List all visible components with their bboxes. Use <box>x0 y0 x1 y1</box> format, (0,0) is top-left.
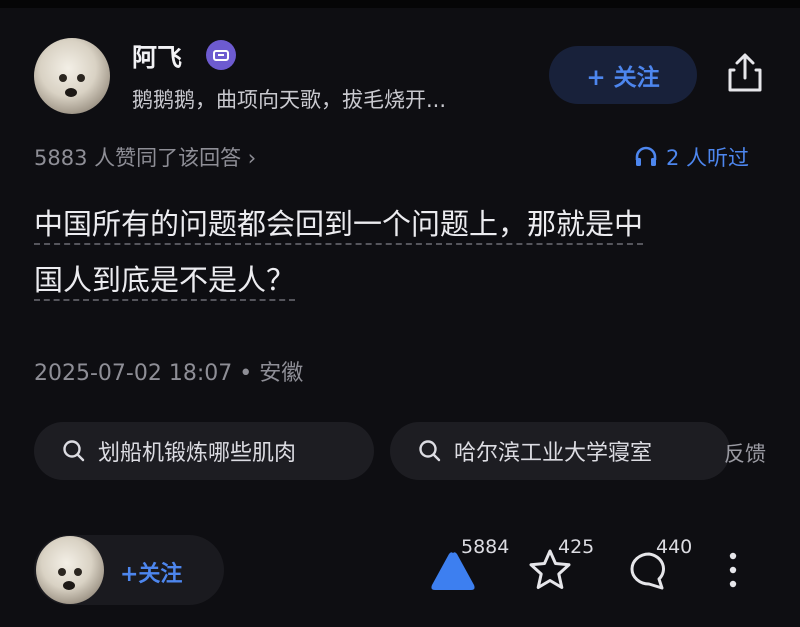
post-meta: 2025-07-02 18:07 • 安徽 <box>34 361 304 386</box>
share-icon[interactable] <box>722 50 768 96</box>
top-edge <box>0 0 800 8</box>
answer-line-2: 国人到底是不是人？ <box>34 263 296 301</box>
upvote-count: 5884 <box>461 536 510 558</box>
agree-count-link[interactable]: 5883 人赞同了该回答 › <box>34 142 256 172</box>
author-name[interactable]: 阿飞 <box>132 38 182 74</box>
author-avatar-small[interactable] <box>36 536 104 604</box>
favorite-count: 425 <box>558 536 595 558</box>
feedback-link[interactable]: 反馈 <box>724 438 766 468</box>
author-bio: 鹅鹅鹅，曲项向天歌，拔毛烧开... <box>132 88 447 112</box>
headphones-icon <box>635 146 657 166</box>
search-icon <box>63 440 85 462</box>
answer-line-1: 中国所有的问题都会回到一个问题上，那就是中 <box>34 207 644 245</box>
search-icon <box>419 440 441 462</box>
follow-button-label: + 关注 <box>586 65 660 91</box>
search-chip-label: 哈尔滨工业大学寝室 <box>454 441 653 466</box>
author-avatar[interactable] <box>34 38 110 114</box>
answer-text: 中国所有的问题都会回到一个问题上，那就是中 国人到底是不是人？ <box>34 196 774 308</box>
bottom-follow-button[interactable]: +关注 <box>120 556 182 588</box>
more-vertical-icon[interactable] <box>726 550 740 590</box>
listen-count[interactable]: 2 人听过 <box>634 142 749 172</box>
listen-count-label: 2 人听过 <box>666 146 750 170</box>
search-chip-1[interactable]: 划船机锻炼哪些肌肉 <box>34 422 374 480</box>
verified-badge-icon <box>206 40 236 70</box>
comment-count: 440 <box>656 536 693 558</box>
follow-button[interactable]: + 关注 <box>549 46 697 104</box>
search-chip-2[interactable]: 哈尔滨工业大学寝室 <box>390 422 730 480</box>
search-chip-label: 划船机锻炼哪些肌肉 <box>98 441 297 466</box>
